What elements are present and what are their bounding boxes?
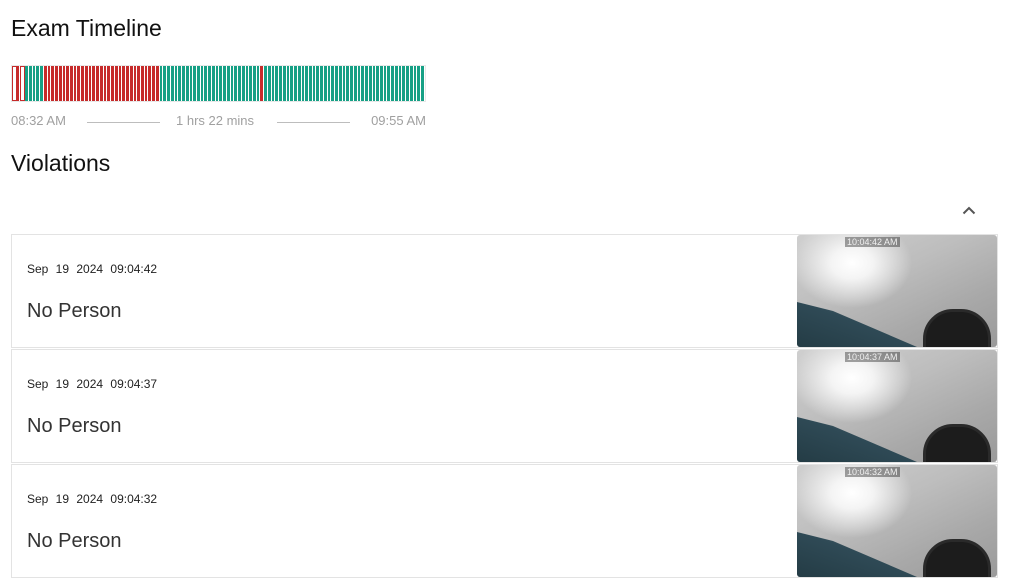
- violations-list: Sep 19 2024 09:04:42 No Person 10:04:42 …: [11, 234, 998, 579]
- timeline-divider: [87, 122, 160, 123]
- exam-timeline-title: Exam Timeline: [11, 15, 162, 41]
- snapshot-chair: [923, 539, 991, 577]
- snapshot-timestamp: 10:04:42 AM: [845, 237, 900, 247]
- violation-card[interactable]: Sep 19 2024 09:04:32 No Person 10:04:32 …: [11, 464, 998, 578]
- violation-card[interactable]: Sep 19 2024 09:04:42 No Person 10:04:42 …: [11, 234, 998, 348]
- snapshot-timestamp: 10:04:37 AM: [845, 352, 900, 362]
- violation-type: No Person: [27, 530, 122, 552]
- violation-snapshot[interactable]: 10:04:42 AM: [797, 235, 997, 347]
- snapshot-wall: [797, 302, 917, 347]
- violation-type: No Person: [27, 300, 122, 322]
- timeline-segment-clean[interactable]: [421, 66, 425, 101]
- violation-date: Sep 19 2024 09:04:32: [27, 492, 158, 506]
- timeline-start-time: 08:32 AM: [11, 113, 66, 128]
- violation-date: Sep 19 2024 09:04:42: [27, 262, 158, 276]
- violations-title: Violations: [11, 150, 111, 176]
- snapshot-wall: [797, 417, 917, 462]
- timeline-meta: 08:32 AM 1 hrs 22 mins 09:55 AM: [11, 113, 426, 131]
- timeline-end-time: 09:55 AM: [371, 113, 426, 128]
- violation-card[interactable]: Sep 19 2024 09:04:37 No Person 10:04:37 …: [11, 349, 998, 463]
- violation-snapshot[interactable]: 10:04:37 AM: [797, 350, 997, 462]
- chevron-up-icon: [962, 206, 976, 214]
- violation-type: No Person: [27, 415, 122, 437]
- snapshot-timestamp: 10:04:32 AM: [845, 467, 900, 477]
- snapshot-wall: [797, 532, 917, 577]
- violation-snapshot[interactable]: 10:04:32 AM: [797, 465, 997, 577]
- snapshot-chair: [923, 309, 991, 347]
- snapshot-chair: [923, 424, 991, 462]
- timeline-duration: 1 hrs 22 mins: [176, 113, 255, 128]
- violation-date: Sep 19 2024 09:04:37: [27, 377, 158, 391]
- exam-timeline-bar: [11, 65, 426, 102]
- collapse-violations-button[interactable]: [955, 198, 983, 222]
- timeline-divider: [277, 122, 350, 123]
